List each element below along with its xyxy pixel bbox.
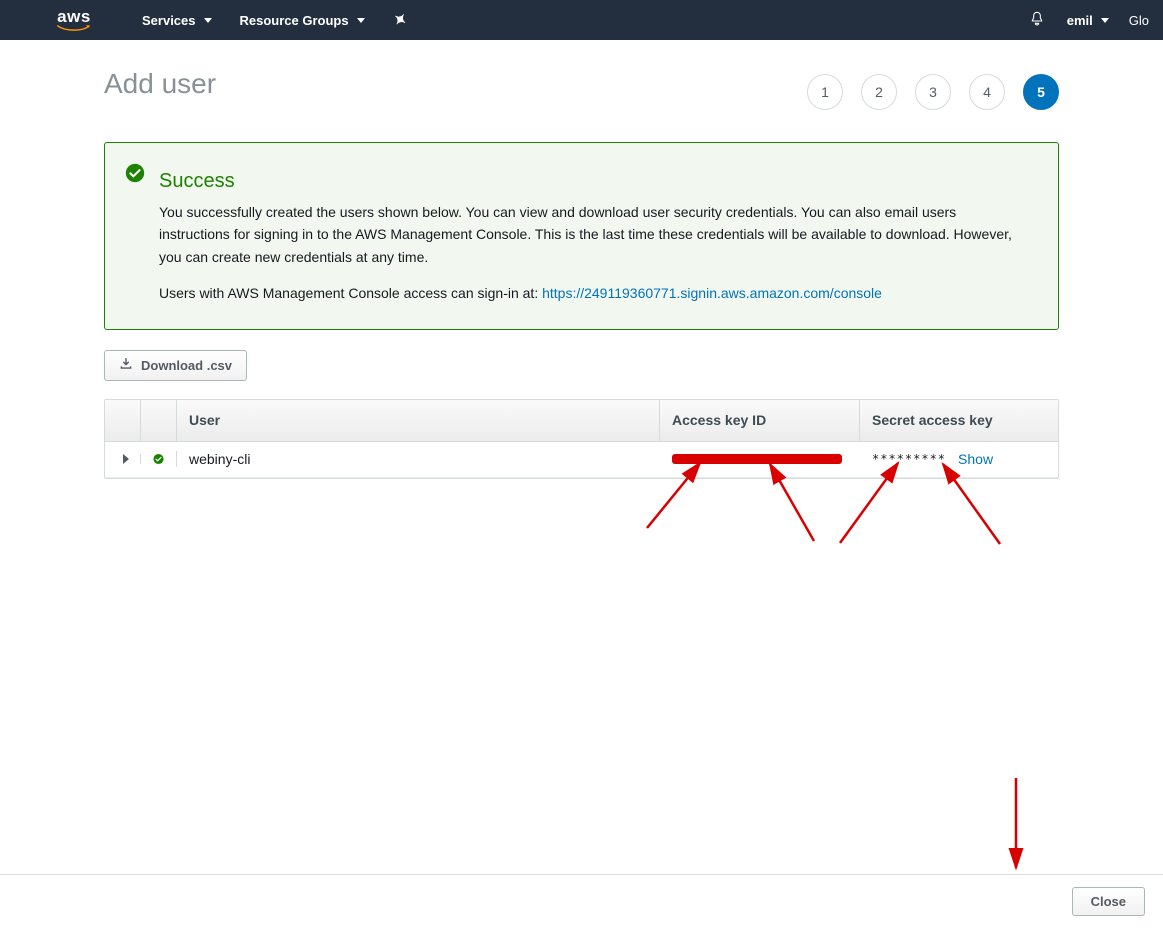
bell-icon <box>1029 11 1045 27</box>
chevron-down-icon <box>357 18 365 23</box>
success-body-text: You successfully created the users shown… <box>159 201 1030 268</box>
account-user-label: emil <box>1067 13 1093 28</box>
nav-services-label: Services <box>142 13 196 28</box>
show-secret-link[interactable]: Show <box>958 451 993 467</box>
row-access-key-id <box>660 454 860 464</box>
page-title: Add user <box>104 68 216 100</box>
wizard-step-4[interactable]: 4 <box>969 74 1005 110</box>
success-check-icon <box>125 163 145 183</box>
aws-smile-icon <box>56 24 92 32</box>
aws-logo-text: aws <box>57 8 91 25</box>
row-status <box>141 451 177 467</box>
th-user: User <box>177 400 660 441</box>
success-title: Success <box>159 165 1030 197</box>
wizard-step-3[interactable]: 3 <box>915 74 951 110</box>
account-menu[interactable]: emil <box>1067 13 1109 28</box>
aws-logo[interactable]: aws <box>56 8 92 32</box>
wizard-step-2[interactable]: 2 <box>861 74 897 110</box>
th-access-key-id: Access key ID <box>660 400 860 441</box>
wizard-step-1[interactable]: 1 <box>807 74 843 110</box>
nav-services[interactable]: Services <box>142 13 212 28</box>
wizard-step-5[interactable]: 5 <box>1023 74 1059 110</box>
success-alert: Success You successfully created the use… <box>104 142 1059 330</box>
signin-url-link[interactable]: https://249119360771.signin.aws.amazon.c… <box>542 285 882 301</box>
chevron-down-icon <box>1101 18 1109 23</box>
download-csv-label: Download .csv <box>141 358 232 373</box>
th-secret-access-key: Secret access key <box>860 400 1058 441</box>
close-button[interactable]: Close <box>1072 887 1145 916</box>
row-secret-masked: ********* <box>872 452 946 466</box>
download-icon <box>119 357 133 374</box>
wizard-steps: 1 2 3 4 5 <box>807 74 1059 110</box>
region-label[interactable]: Glo <box>1129 13 1149 28</box>
redacted-access-key <box>672 454 842 464</box>
top-nav: aws Services Resource Groups ✦ emil Glo <box>0 0 1163 40</box>
success-signin-prefix: Users with AWS Management Console access… <box>159 285 542 301</box>
nav-pin[interactable]: ✦ <box>393 10 406 30</box>
nav-resource-groups-label: Resource Groups <box>240 13 349 28</box>
th-expand <box>105 400 141 441</box>
row-username: webiny-cli <box>177 451 660 467</box>
nav-resource-groups[interactable]: Resource Groups <box>240 13 365 28</box>
chevron-down-icon <box>204 18 212 23</box>
users-table: User Access key ID Secret access key web… <box>104 399 1059 479</box>
expand-row-toggle[interactable] <box>105 454 141 464</box>
notifications-button[interactable] <box>1029 11 1045 30</box>
pin-icon: ✦ <box>388 8 410 32</box>
footer-actions: Close <box>0 874 1163 928</box>
table-row: webiny-cli ********* Show <box>105 442 1058 478</box>
th-status <box>141 400 177 441</box>
success-check-icon <box>153 451 164 467</box>
chevron-right-icon <box>123 454 129 464</box>
download-csv-button[interactable]: Download .csv <box>104 350 247 381</box>
